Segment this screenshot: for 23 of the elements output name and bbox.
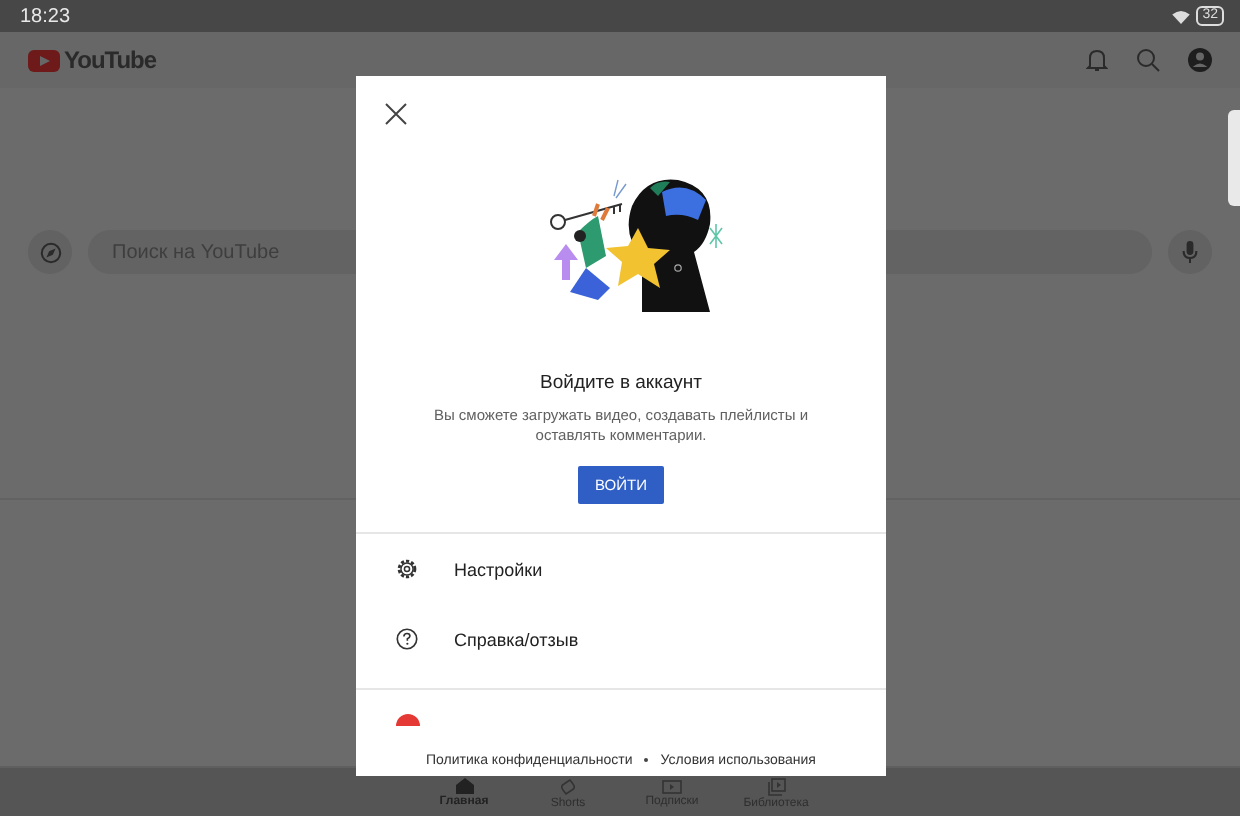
- settings-icon: [396, 558, 418, 580]
- dialog-title: Войдите в аккаунт: [538, 372, 704, 394]
- microphone-icon: [1182, 240, 1198, 264]
- music-app-icon: [396, 714, 420, 726]
- compass-icon: [39, 241, 61, 263]
- library-icon: [767, 777, 785, 795]
- wifi-icon: [1172, 9, 1191, 23]
- explore-button[interactable]: [28, 230, 72, 274]
- search-icon[interactable]: [1136, 48, 1160, 72]
- shorts-icon: [560, 777, 576, 795]
- bell-icon[interactable]: [1086, 48, 1108, 72]
- subscriptions-icon: [662, 778, 682, 794]
- menu-item[interactable]: Справка/отзыв: [356, 604, 886, 674]
- youtube-logo-text: YouTube: [64, 46, 157, 74]
- help-icon: [396, 628, 418, 650]
- edge-panel-handle[interactable]: [1228, 110, 1240, 206]
- close-button[interactable]: [382, 100, 410, 128]
- youtube-logo-icon: [28, 49, 60, 71]
- menu-item[interactable]: Настройки: [356, 534, 886, 604]
- account-icon[interactable]: [1188, 48, 1212, 72]
- status-time: 18:23: [20, 5, 71, 27]
- separator-dot: [644, 758, 649, 762]
- voice-search-button[interactable]: [1168, 230, 1212, 274]
